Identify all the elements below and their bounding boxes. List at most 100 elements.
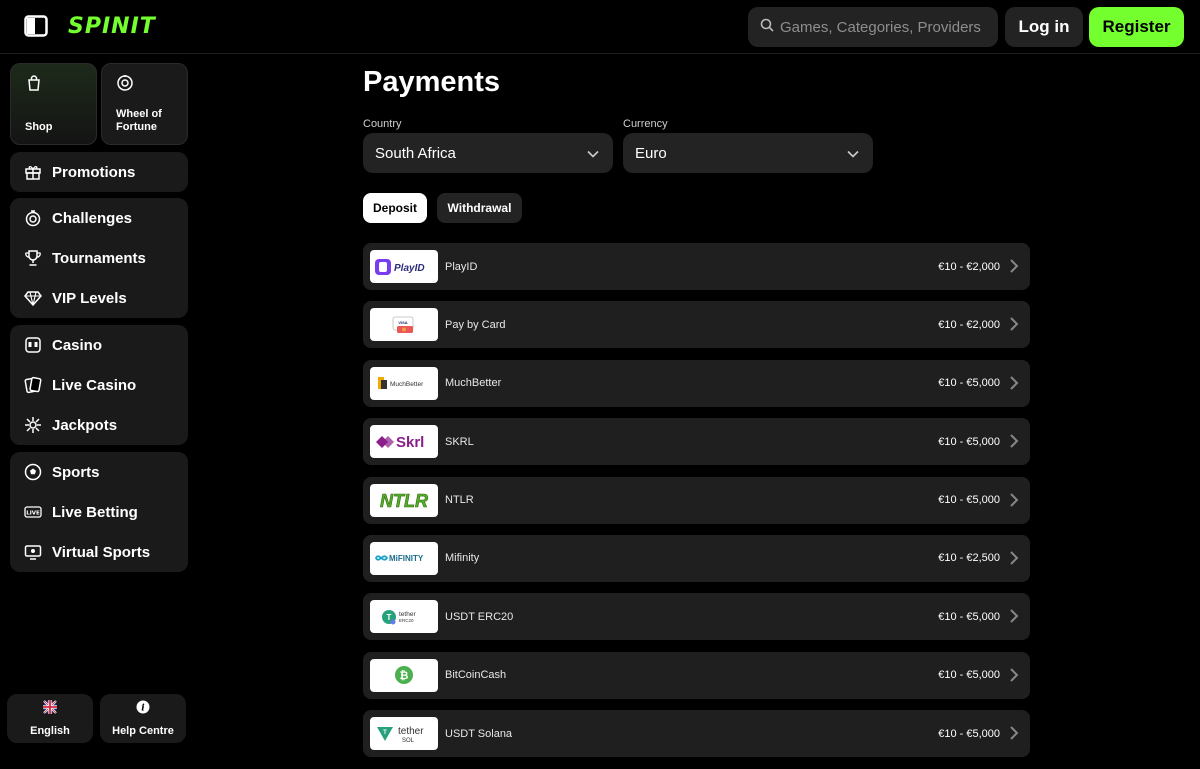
method-range: €10 - €2,500 bbox=[938, 552, 1000, 565]
country-label: Country bbox=[363, 118, 402, 130]
payment-method-row[interactable]: Skrl SKRL €10 - €5,000 bbox=[363, 418, 1030, 466]
sidebar-item-live-casino[interactable]: Live Casino bbox=[10, 365, 188, 405]
sidebar-item-jackpots[interactable]: Jackpots bbox=[10, 405, 188, 445]
method-range: €10 - €5,000 bbox=[938, 435, 1000, 448]
method-range: €10 - €5,000 bbox=[938, 727, 1000, 740]
ntlr-logo-text: NTLR bbox=[380, 491, 428, 511]
method-range: €10 - €5,000 bbox=[938, 669, 1000, 682]
search-box[interactable] bbox=[748, 7, 998, 47]
diamond-icon bbox=[24, 289, 42, 307]
chevron-right-icon bbox=[1008, 316, 1020, 332]
method-range: €10 - €2,000 bbox=[938, 318, 1000, 331]
tab-withdrawal[interactable]: Withdrawal bbox=[437, 193, 522, 223]
help-centre-button[interactable]: i Help Centre bbox=[100, 694, 186, 743]
currency-select[interactable]: Euro bbox=[623, 133, 873, 173]
shopping-bag-icon bbox=[25, 74, 43, 92]
svg-text:₿: ₿ bbox=[400, 669, 409, 682]
sidebar-item-live-betting[interactable]: LIVE Live Betting bbox=[10, 492, 188, 532]
svg-text:T: T bbox=[383, 730, 387, 736]
chevron-right-icon bbox=[1008, 608, 1020, 624]
sidebar-item-tournaments[interactable]: Tournaments bbox=[10, 238, 188, 278]
card-logo: VISA bbox=[370, 308, 438, 342]
payment-method-row[interactable]: VISA Pay by Card €10 - €2,000 bbox=[363, 301, 1030, 349]
method-name: Pay by Card bbox=[445, 318, 506, 331]
trophy-icon bbox=[24, 249, 42, 267]
sidebar-item-sports[interactable]: Sports bbox=[10, 452, 188, 492]
method-name: Mifinity bbox=[445, 552, 480, 565]
method-name: BitCoinCash bbox=[445, 669, 507, 682]
method-range: €10 - €5,000 bbox=[938, 377, 1000, 390]
sidebar-item-label: Live Betting bbox=[52, 503, 138, 521]
chevron-down-icon bbox=[587, 145, 599, 162]
tether-erc20-logo: Ttether ERC20 bbox=[370, 600, 438, 634]
svg-text:i: i bbox=[141, 704, 145, 714]
payment-method-row[interactable]: MuchBetter MuchBetter €10 - €5,000 bbox=[363, 359, 1030, 407]
tab-deposit[interactable]: Deposit bbox=[363, 193, 427, 223]
method-range: €10 - €2,000 bbox=[938, 260, 1000, 273]
logo-text: SPINIT bbox=[68, 13, 156, 39]
sidebar-item-label: Sports bbox=[52, 463, 100, 481]
shop-tile[interactable]: Shop bbox=[10, 63, 97, 145]
sidebar-item-label: Challenges bbox=[52, 209, 133, 227]
sidebar-item-promotions[interactable]: Promotions bbox=[10, 152, 188, 192]
tether-sol-logo-text: tether bbox=[398, 726, 424, 737]
chevron-right-icon bbox=[1008, 667, 1020, 683]
help-centre-label: Help Centre bbox=[112, 725, 174, 737]
sidebar-item-vip-levels[interactable]: VIP Levels bbox=[10, 278, 188, 318]
bitcoincash-logo: ₿ bbox=[370, 658, 438, 692]
nav-group-casino: Casino Live Casino Jackpots bbox=[10, 325, 188, 445]
wheel-icon bbox=[116, 74, 134, 92]
gift-icon bbox=[24, 163, 42, 181]
sidebar-item-label: Jackpots bbox=[52, 416, 118, 434]
payment-method-row[interactable]: Ttether SOL USDT Solana €10 - €5,000 bbox=[363, 710, 1030, 758]
cards-icon bbox=[24, 376, 42, 394]
method-range: €10 - €5,000 bbox=[938, 610, 1000, 623]
sidebar-toggle-icon[interactable] bbox=[24, 15, 48, 37]
sidebar-item-virtual-sports[interactable]: Virtual Sports bbox=[10, 532, 188, 572]
method-name: MuchBetter bbox=[445, 377, 502, 390]
skrl-logo: Skrl bbox=[370, 425, 438, 459]
wheel-label-line2: Fortune bbox=[116, 121, 157, 133]
country-value: South Africa bbox=[375, 144, 456, 162]
sidebar-item-label: Promotions bbox=[52, 163, 136, 181]
payment-method-row[interactable]: ₿ BitCoinCash €10 - €5,000 bbox=[363, 651, 1030, 699]
wheel-of-fortune-tile[interactable]: Wheel of Fortune bbox=[101, 63, 188, 145]
language-button[interactable]: English bbox=[7, 694, 93, 743]
tether-logo-sub: ERC20 bbox=[399, 618, 414, 623]
login-button[interactable]: Log in bbox=[1005, 7, 1083, 47]
currency-label: Currency bbox=[623, 118, 668, 130]
method-range: €10 - €5,000 bbox=[938, 494, 1000, 507]
tether-logo-text: tether bbox=[399, 611, 416, 618]
wheel-of-fortune-label: Wheel of Fortune bbox=[116, 108, 162, 134]
sidebar-item-label: Live Casino bbox=[52, 376, 137, 394]
sidebar-item-challenges[interactable]: Challenges bbox=[10, 198, 188, 238]
chevron-down-icon bbox=[847, 145, 859, 162]
chevron-right-icon bbox=[1008, 375, 1020, 391]
mifinity-logo: MiFINITY bbox=[370, 541, 438, 575]
top-bar: SPINIT Log in Register bbox=[0, 0, 1200, 54]
mifinity-logo-text: MiFINITY bbox=[389, 554, 424, 563]
skrl-logo-text: Skrl bbox=[396, 434, 424, 451]
payment-method-row[interactable]: Ttether ERC20 USDT ERC20 €10 - €5,000 bbox=[363, 593, 1030, 641]
method-name: PlayID bbox=[445, 260, 478, 273]
search-input[interactable] bbox=[780, 18, 990, 36]
currency-value: Euro bbox=[635, 144, 667, 162]
page-title: Payments bbox=[363, 66, 501, 98]
payment-method-row[interactable]: MiFINITY Mifinity €10 - €2,500 bbox=[363, 534, 1030, 582]
sidebar-item-casino[interactable]: Casino bbox=[10, 325, 188, 365]
target-icon bbox=[24, 209, 42, 227]
search-icon bbox=[760, 18, 774, 37]
payment-method-row[interactable]: NTLR NTLR €10 - €5,000 bbox=[363, 476, 1030, 524]
payment-method-row[interactable]: PlayID PlayID €10 - €2,000 bbox=[363, 243, 1030, 290]
register-button[interactable]: Register bbox=[1089, 7, 1184, 47]
method-name: SKRL bbox=[445, 435, 474, 448]
spinit-logo[interactable]: SPINIT bbox=[68, 13, 156, 39]
playid-logo: PlayID bbox=[370, 250, 438, 283]
tether-sol-logo: Ttether SOL bbox=[370, 717, 438, 751]
language-label: English bbox=[30, 725, 70, 737]
jackpot-icon bbox=[24, 416, 42, 434]
live-icon: LIVE bbox=[24, 503, 42, 521]
chevron-right-icon bbox=[1008, 258, 1020, 274]
svg-text:T: T bbox=[387, 613, 392, 622]
country-select[interactable]: South Africa bbox=[363, 133, 613, 173]
